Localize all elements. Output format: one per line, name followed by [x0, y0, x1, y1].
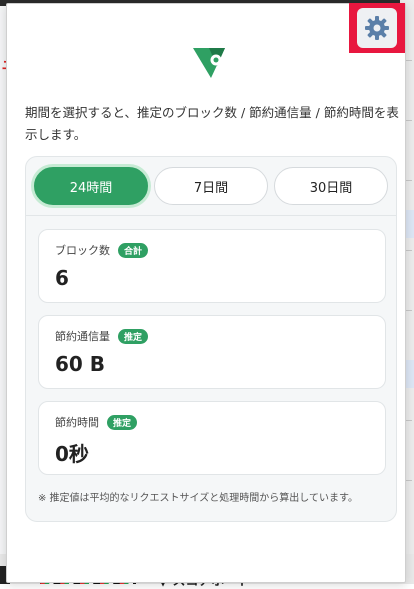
app-logo-icon — [187, 40, 231, 84]
settings-button-highlight[interactable] — [349, 3, 405, 53]
estimate-badge: 推定 — [118, 328, 149, 344]
stats-card: 24時間 7日間 30日間 ブロック数 合計 6 節約通信量 推定 60 B 節… — [25, 156, 397, 522]
stat-value: 60 B — [55, 352, 106, 376]
extension-popup: 期間を選択すると、推定のブロック数 / 節約通信量 / 節約時間を表示します。 … — [6, 3, 406, 583]
tab-30d[interactable]: 30日間 — [274, 167, 388, 205]
estimate-badge: 推定 — [107, 414, 138, 430]
description-text: 期間を選択すると、推定のブロック数 / 節約通信量 / 節約時間を表示します。 — [25, 105, 399, 142]
tab-7d[interactable]: 7日間 — [154, 167, 268, 205]
stat-time-saved: 節約時間 推定 0秒 — [38, 401, 386, 475]
stat-label: 節約時間 — [55, 416, 99, 429]
gear-icon — [365, 16, 389, 40]
total-badge: 合計 — [118, 242, 149, 258]
divider — [26, 215, 396, 216]
stat-value: 6 — [55, 266, 69, 290]
stat-block-count: ブロック数 合計 6 — [38, 229, 386, 303]
period-tabs: 24時間 7日間 30日間 — [34, 167, 388, 207]
settings-button[interactable] — [357, 8, 397, 48]
stat-data-saved: 節約通信量 推定 60 B — [38, 315, 386, 389]
stat-value: 0秒 — [55, 442, 89, 466]
tab-24h[interactable]: 24時間 — [34, 167, 148, 205]
footnote: ※ 推定値は平均的なリクエストサイズと処理時間から算出しています。 — [38, 493, 358, 504]
stat-label: 節約通信量 — [55, 330, 110, 343]
stat-label: ブロック数 — [55, 244, 110, 257]
